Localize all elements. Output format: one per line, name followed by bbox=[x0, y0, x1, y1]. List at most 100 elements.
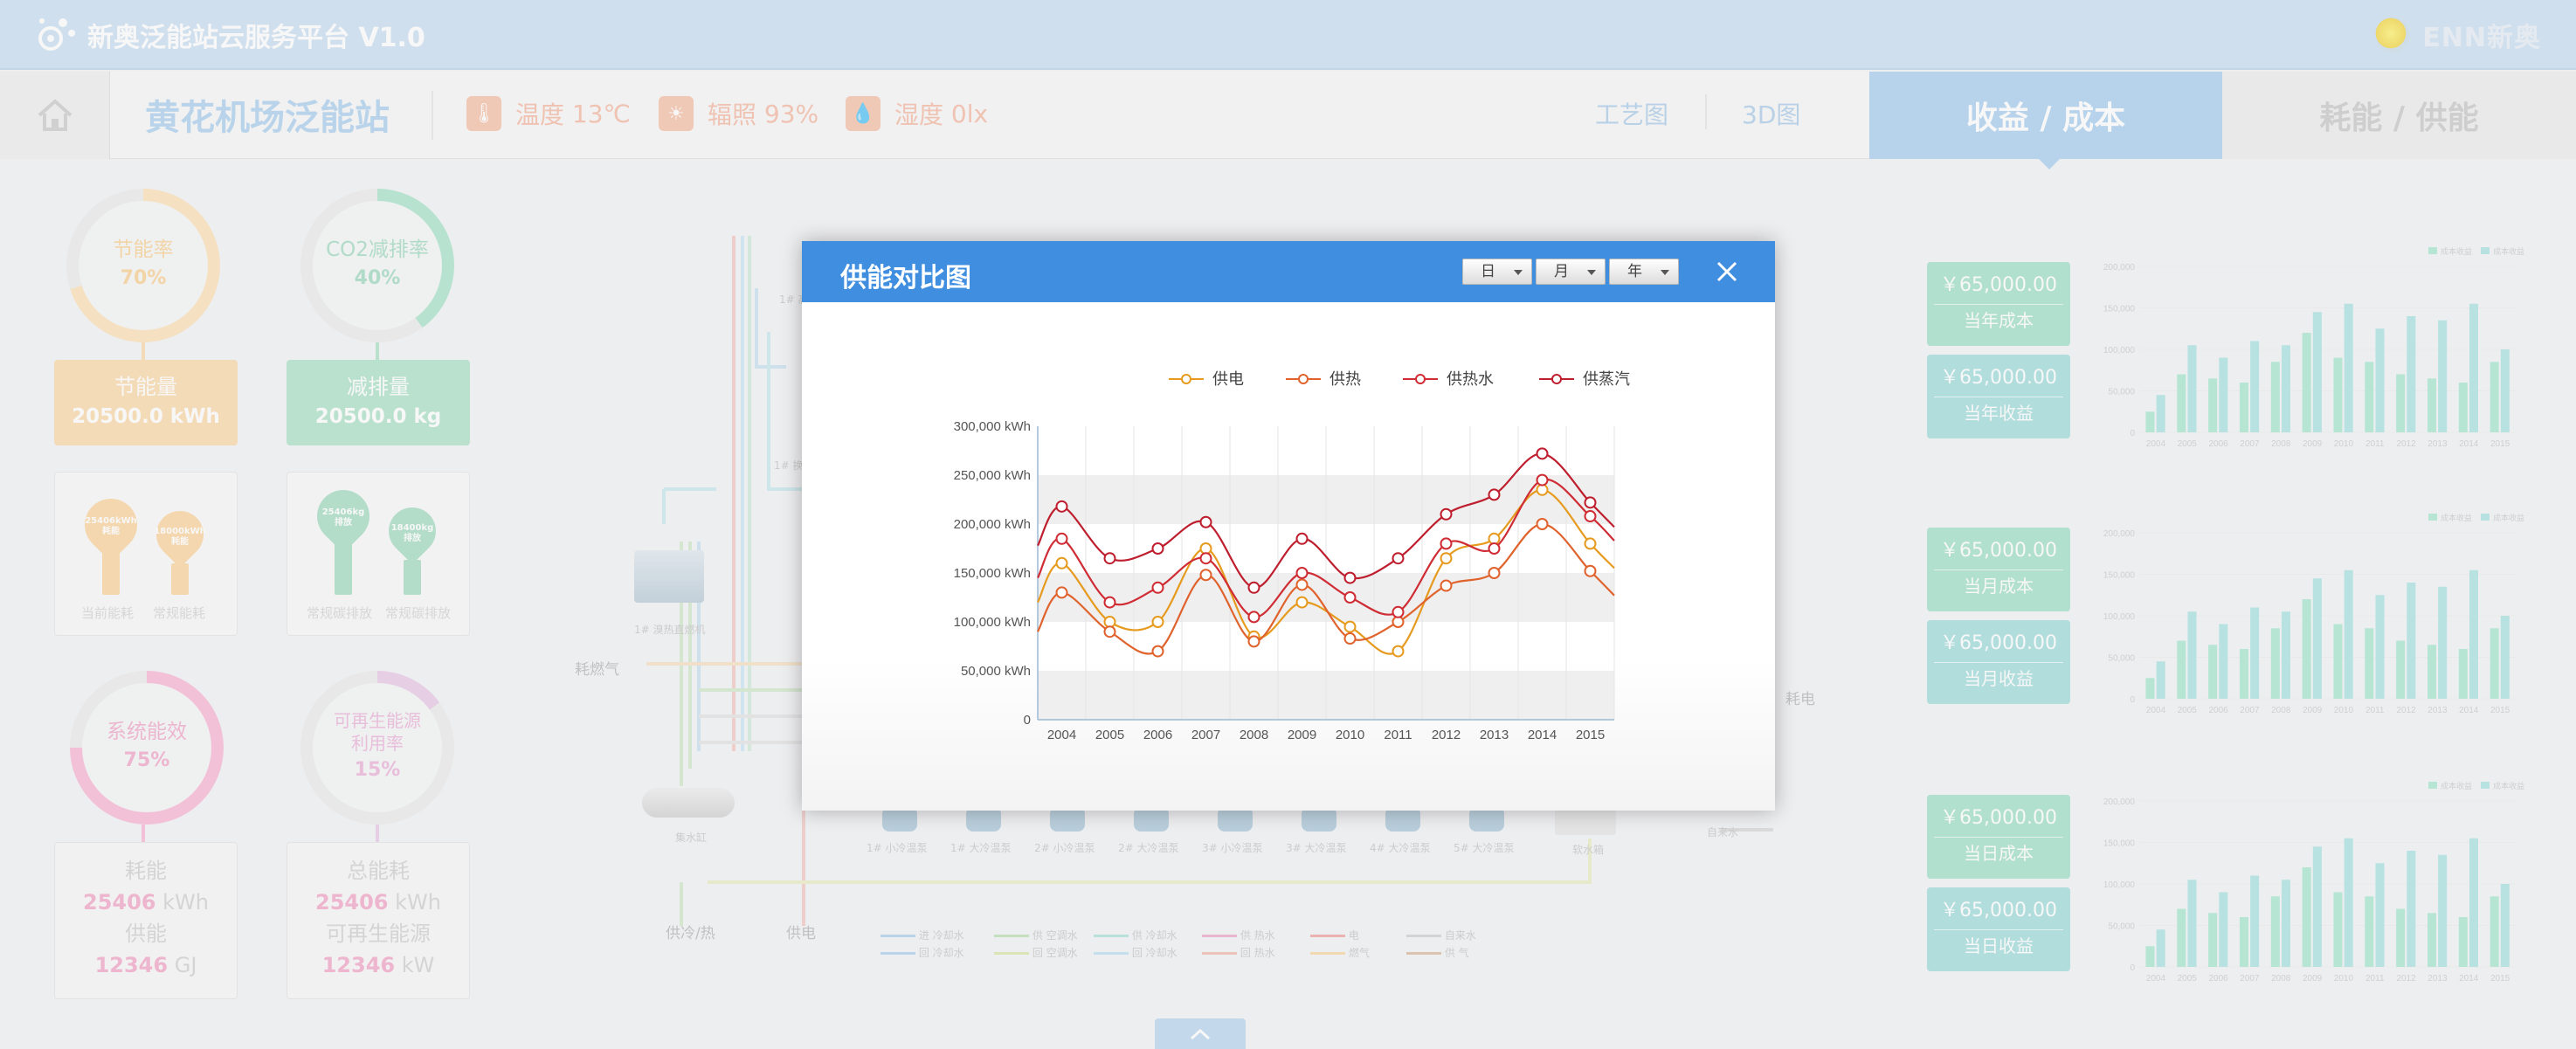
bar bbox=[2396, 374, 2406, 432]
gauge-value: 70% bbox=[120, 267, 167, 289]
x-tick-label: 2006 bbox=[2208, 439, 2228, 449]
link-3d-view[interactable]: 3D图 bbox=[1742, 96, 1800, 131]
y-tick-label: 0 bbox=[2130, 963, 2135, 973]
connector bbox=[376, 825, 379, 842]
data-point bbox=[1295, 596, 1309, 609]
gauge-label: 节能率 bbox=[113, 238, 174, 261]
tab-income-cost[interactable]: 收益 / 成本 bbox=[1869, 72, 2222, 169]
legend-swatch bbox=[2481, 514, 2490, 521]
y-tick-label: 0 bbox=[2130, 429, 2135, 438]
bar bbox=[2500, 616, 2510, 699]
x-tick-label: 2012 bbox=[2396, 706, 2416, 715]
connector bbox=[376, 342, 379, 360]
weather-value: 13℃ bbox=[571, 99, 631, 128]
stat-unit: kWh bbox=[162, 890, 209, 914]
data-point bbox=[1055, 532, 1068, 545]
x-tick-label: 2012 bbox=[2396, 439, 2416, 449]
pump-icon bbox=[1385, 807, 1420, 832]
bar bbox=[2177, 640, 2186, 699]
bar bbox=[2427, 645, 2436, 699]
supply-line-chart: 300,000 kWh 250,000 kWh 200,000 kWh 150,000… bbox=[954, 370, 1630, 742]
bar-normal bbox=[171, 563, 189, 595]
diagram-label: 1# 溴热直燃机 bbox=[634, 624, 706, 636]
bar bbox=[2302, 867, 2311, 967]
metric-energy-saved: 节能量 20500.0 kWh bbox=[54, 360, 238, 445]
x-tick-label: 2013 bbox=[2428, 439, 2448, 449]
bar bbox=[2302, 333, 2311, 432]
bar bbox=[2281, 345, 2290, 432]
modal-title: 供能对比图 bbox=[840, 263, 971, 293]
data-point bbox=[1247, 581, 1260, 594]
gauge-energy-saving-rate: 节能率 70% bbox=[66, 189, 220, 342]
bulb-icon bbox=[2375, 17, 2411, 52]
bar bbox=[2500, 349, 2510, 432]
pin-sub: 排放 bbox=[404, 534, 421, 543]
x-tick-label: 2010 bbox=[1336, 728, 1364, 742]
metric-label: 减排量 bbox=[347, 375, 410, 399]
y-tick-label: 200,000 bbox=[2103, 263, 2136, 273]
bar bbox=[2396, 640, 2406, 699]
stat-value-row: 25406 kWh bbox=[287, 887, 469, 918]
x-tick-label: 2009 bbox=[2303, 974, 2323, 983]
y-tick-label: 100,000 bbox=[2103, 880, 2136, 890]
x-tick-label: 2007 bbox=[1191, 728, 1220, 742]
bar bbox=[2250, 607, 2260, 699]
bar-normal bbox=[404, 560, 421, 595]
scroll-up-button[interactable] bbox=[1155, 1018, 1246, 1049]
home-button[interactable] bbox=[0, 72, 110, 159]
data-point bbox=[1295, 567, 1309, 579]
tab-consumption-supply[interactable]: 耗能 / 供能 bbox=[2222, 72, 2576, 159]
bar bbox=[2469, 838, 2478, 967]
x-tick-label: 2014 bbox=[1528, 728, 1557, 742]
bar bbox=[2375, 595, 2385, 699]
bar bbox=[2365, 896, 2374, 967]
data-point bbox=[1103, 552, 1116, 565]
bar bbox=[2270, 896, 2280, 967]
bar bbox=[2375, 863, 2385, 967]
bar bbox=[2156, 929, 2165, 967]
legend-label: 进 冷却水 bbox=[918, 929, 964, 942]
data-point bbox=[1103, 596, 1116, 609]
bar bbox=[2156, 661, 2165, 699]
daily-bar-chart: 200,000 150,000 100,000 50,000 0 2004 2005 2006… bbox=[2103, 781, 2524, 983]
bar bbox=[2490, 896, 2499, 967]
pin-value: 25406kg bbox=[321, 507, 365, 517]
app: 新奥泛能站云服务平台 V1.0 ENN新奥 黄花机场泛能站 🌡 温度 13℃ ☀… bbox=[0, 0, 2576, 1049]
x-tick-label: 2006 bbox=[2208, 706, 2228, 715]
pump-icon bbox=[1218, 807, 1253, 832]
select-month[interactable]: 月 bbox=[1536, 259, 1606, 285]
gauge-label: 可再生能源 bbox=[334, 710, 421, 731]
pump-label: 1# 大冷温泵 bbox=[950, 842, 1012, 854]
pump-label: 3# 大冷温泵 bbox=[1286, 842, 1347, 854]
y-tick-label: 50,000 kWh bbox=[961, 664, 1031, 679]
stat-value-row: 12346 kW bbox=[287, 949, 469, 981]
x-tick-label: 2014 bbox=[2459, 439, 2479, 449]
bar bbox=[2438, 854, 2448, 967]
bar bbox=[2239, 383, 2248, 432]
y-tick-label: 150,000 bbox=[2103, 839, 2136, 849]
select-year[interactable]: 年 bbox=[1609, 259, 1679, 285]
bar bbox=[2250, 875, 2260, 967]
pump-label: 4# 大冷温泵 bbox=[1370, 842, 1431, 854]
weather-label: 辐照 bbox=[708, 100, 757, 129]
pin-caption: 常规能耗 bbox=[153, 605, 206, 621]
link-process-diagram[interactable]: 工艺图 bbox=[1595, 96, 1668, 131]
supply-comparison-modal: 供能对比图 日 月 年 300,000 kWh 250,000 kWh 200,00… bbox=[802, 241, 1775, 811]
data-point bbox=[1440, 552, 1453, 565]
x-tick-label: 2014 bbox=[2459, 974, 2479, 983]
x-tick-label: 2005 bbox=[2178, 439, 2198, 449]
pin-sub: 耗能 bbox=[102, 527, 120, 536]
select-day[interactable]: 日 bbox=[1462, 259, 1532, 285]
close-icon[interactable] bbox=[1710, 255, 1744, 288]
data-point bbox=[1343, 571, 1357, 584]
bar bbox=[2145, 678, 2155, 699]
bar bbox=[2344, 569, 2353, 699]
weather-value: 0lx bbox=[950, 99, 989, 128]
money-label: 当日收益 bbox=[1934, 929, 2063, 962]
pin-value: 18000kWh bbox=[154, 527, 206, 536]
bar bbox=[2365, 628, 2374, 699]
bar bbox=[2177, 374, 2186, 432]
y-tick-label: 200,000 bbox=[2103, 529, 2136, 539]
bar bbox=[2344, 303, 2353, 432]
pump-label: 1# 小冷温泵 bbox=[867, 842, 928, 854]
